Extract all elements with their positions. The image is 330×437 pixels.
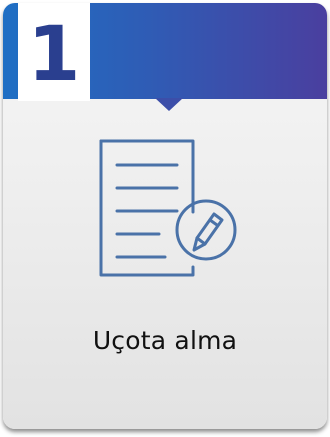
step-number-badge: 1 [18, 3, 90, 101]
step-number: 1 [27, 9, 81, 98]
document-edit-icon [99, 139, 237, 277]
step-card: 1 Uçota alma [3, 3, 327, 429]
step-label: Uçota alma [92, 326, 238, 355]
header-pointer [155, 98, 183, 111]
card-header: 1 [3, 3, 327, 101]
